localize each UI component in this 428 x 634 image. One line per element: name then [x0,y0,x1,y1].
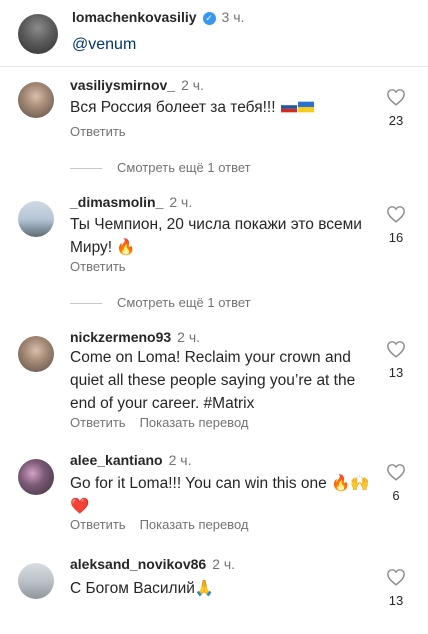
commenter-username[interactable]: aleksand_novikov86 2 ч. [70,556,235,572]
like-count: 16 [388,230,404,245]
post-time: 3 ч. [221,9,245,25]
heart-outline-icon[interactable] [386,340,406,358]
reply-label[interactable]: Ответить [70,415,126,430]
commenter-name[interactable]: nickzermeno93 [70,329,171,345]
commenter-name[interactable]: aleksand_novikov86 [70,556,206,572]
view-more-replies-label[interactable]: Смотреть ещё 1 ответ [117,160,251,175]
replies-line [70,303,102,304]
heart-outline-icon[interactable] [386,88,406,106]
like-control[interactable]: 13 [386,340,406,380]
like-count: 6 [392,488,400,503]
comment-time: 2 ч. [212,556,236,572]
comment-text: Come on Loma! Reclaim your crown and qui… [70,349,356,412]
replies-line [70,168,102,169]
post-author-name[interactable]: lomachenkovasiliy [72,9,197,25]
commenter-username[interactable]: nickzermeno93 2 ч. [70,329,200,345]
comment-text-body: Вся Россия болеет за тебя!!! [70,99,276,116]
translate-button[interactable]: Показать перевод [140,415,249,430]
reply-button[interactable]: Ответить [70,259,126,274]
post-mention-link[interactable]: @venum [72,36,136,54]
like-control[interactable]: 23 [386,88,406,128]
like-control[interactable]: 6 [386,463,406,503]
commenter-avatar[interactable] [18,336,54,372]
like-control[interactable]: 13 [386,568,406,608]
translate-button[interactable]: Показать перевод [140,517,249,532]
like-count: 13 [388,365,404,380]
like-count: 23 [388,113,404,128]
comment-text: Go for it Loma!!! You can win this one 🔥… [70,475,370,515]
comment-time: 2 ч. [169,194,193,210]
commenter-name[interactable]: _dimasmolin_ [70,194,163,210]
heart-outline-icon[interactable] [386,463,406,481]
post-author-avatar[interactable] [18,14,58,54]
comment-time: 2 ч. [168,452,192,468]
commenter-avatar[interactable] [18,459,54,495]
comment-text: Ты Чемпион, 20 числа покажи это всеми Ми… [70,216,362,256]
reply-button[interactable]: Ответить Показать перевод [70,517,248,532]
view-more-replies-label[interactable]: Смотреть ещё 1 ответ [117,295,251,310]
verified-badge-icon: ✓ [202,12,216,25]
commenter-username[interactable]: alee_kantiano 2 ч. [70,452,191,468]
comment-text: Вся Россия болеет за тебя!!! [70,96,370,119]
commenter-avatar[interactable] [18,563,54,599]
commenter-username[interactable]: _dimasmolin_ 2 ч. [70,194,192,210]
russia-flag-icon [280,101,297,113]
commenter-name[interactable]: vasiliysmirnov_ [70,77,175,93]
ukraine-flag-icon [297,101,314,113]
header-divider [0,66,428,67]
like-control[interactable]: 16 [386,205,406,245]
heart-outline-icon[interactable] [386,205,406,223]
comment-text: С Богом Василий🙏 [70,580,215,597]
comment-time: 2 ч. [181,77,204,93]
commenter-name[interactable]: alee_kantiano [70,452,163,468]
view-more-replies[interactable]: Смотреть ещё 1 ответ [70,160,270,176]
commenter-avatar[interactable] [18,201,54,237]
like-count: 13 [388,593,404,608]
heart-outline-icon[interactable] [386,568,406,586]
view-more-replies[interactable]: Смотреть ещё 1 ответ [70,295,270,311]
reply-button[interactable]: Ответить Показать перевод [70,415,248,430]
reply-button[interactable]: Ответить [70,124,126,139]
post-header: lomachenkovasiliy ✓ 3 ч. @venum [0,0,428,66]
post-author-username[interactable]: lomachenkovasiliy ✓ 3 ч. [72,9,244,25]
commenter-username[interactable]: vasiliysmirnov_ 2 ч. [70,77,204,93]
reply-label[interactable]: Ответить [70,517,126,532]
commenter-avatar[interactable] [18,82,54,118]
comment-time: 2 ч. [177,329,201,345]
